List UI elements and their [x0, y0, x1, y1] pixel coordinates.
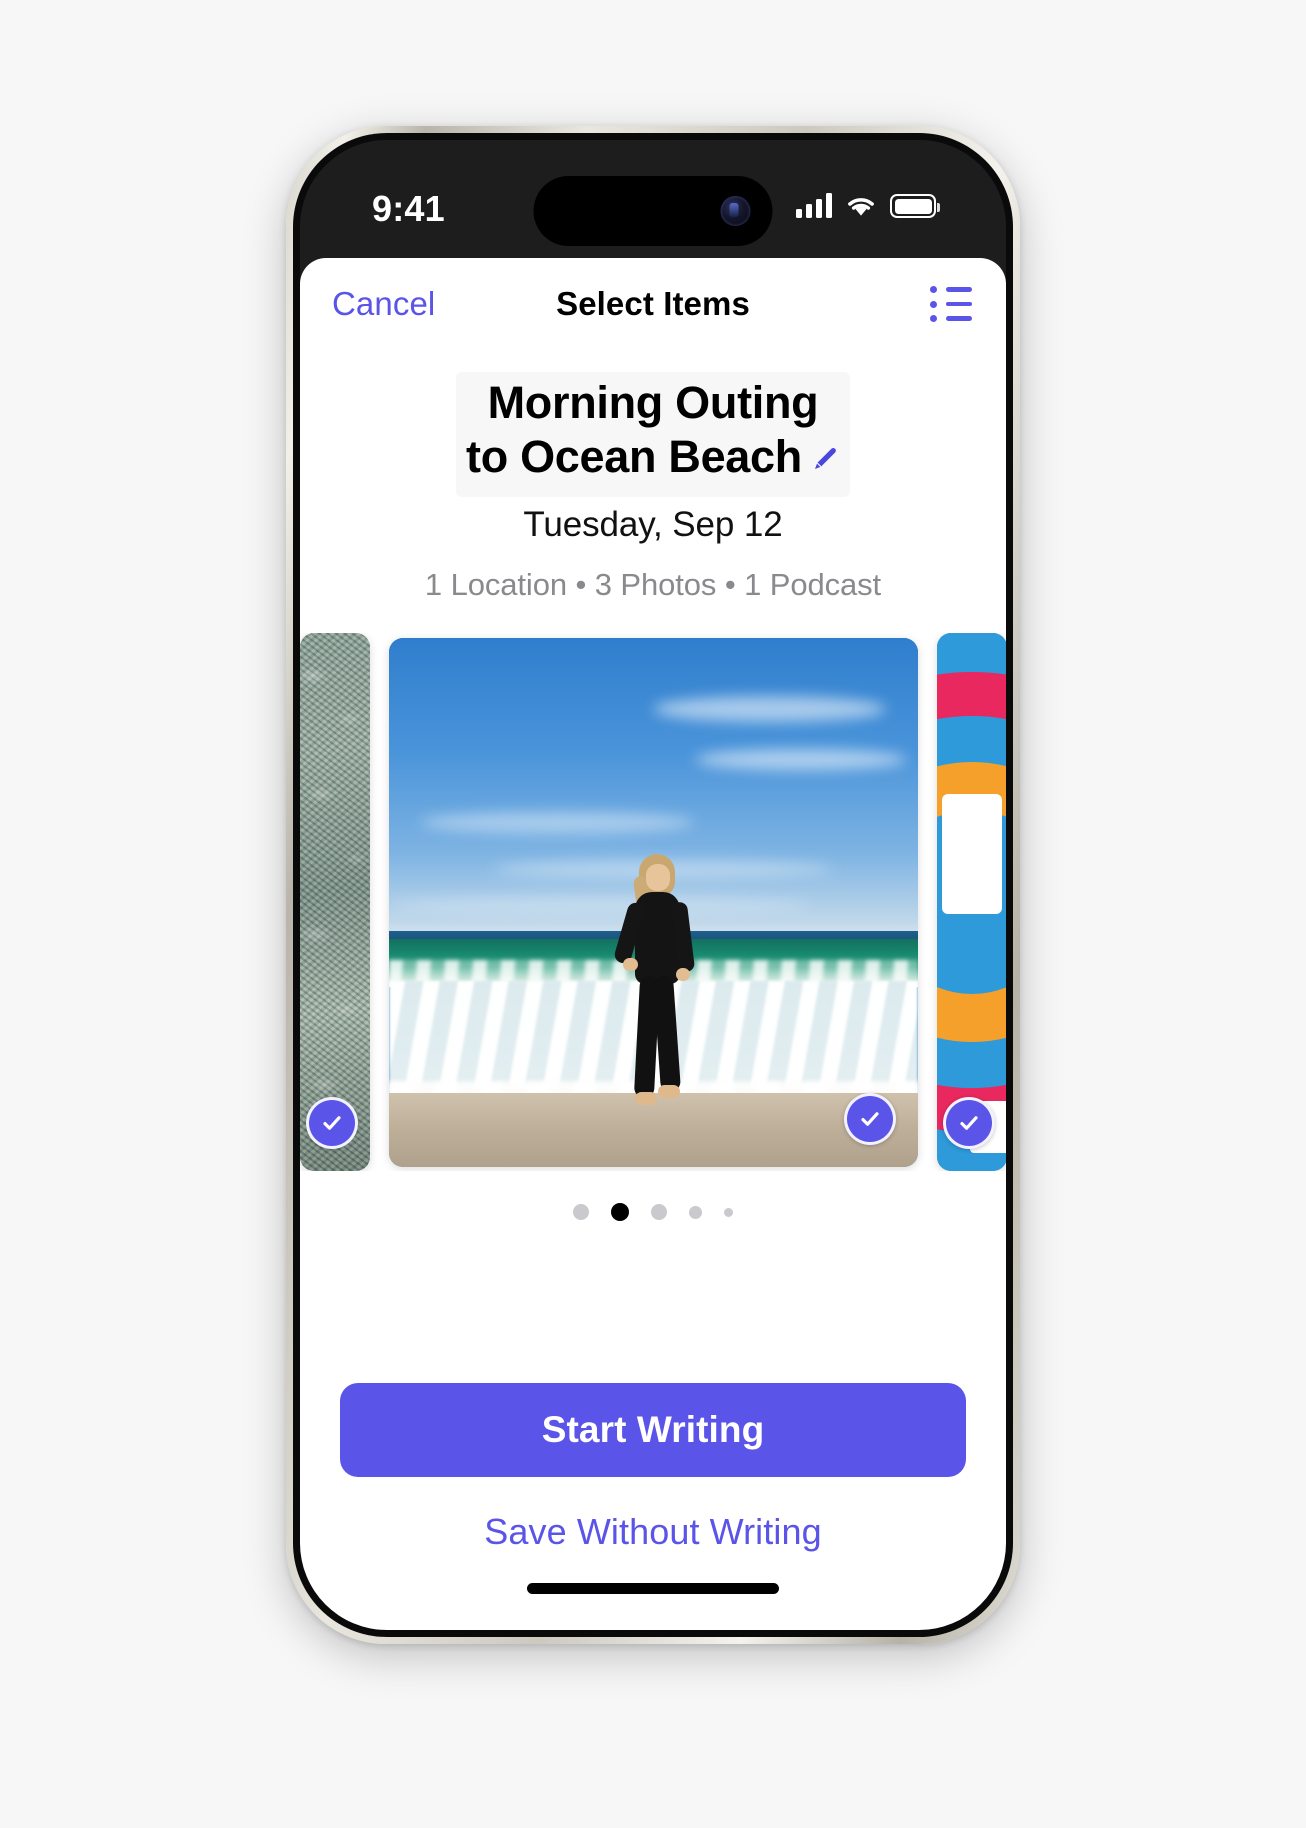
carousel-item-photo-moss-rocks[interactable]	[300, 633, 370, 1172]
device-screen: 9:41 Cancel Select Items Morning Outing …	[300, 140, 1006, 1630]
dynamic-island[interactable]	[533, 176, 773, 246]
pencil-edit-icon[interactable]	[810, 432, 840, 469]
status-bar-clock: 9:41	[372, 188, 445, 229]
carousel-item-photo-beach-runner[interactable]	[388, 637, 918, 1167]
page-dot-1[interactable]	[573, 1204, 589, 1221]
page-dot-2-active[interactable]	[611, 1203, 629, 1222]
iphone-device-frame: 9:41 Cancel Select Items Morning Outing …	[286, 126, 1020, 1644]
screenshot-stage: 9:41 Cancel Select Items Morning Outing …	[0, 0, 1306, 1828]
entry-date: Tuesday, Sep 12	[523, 505, 783, 545]
navigation-bar: Cancel Select Items	[300, 258, 1006, 350]
page-dot-4[interactable]	[689, 1205, 702, 1219]
battery-icon	[890, 194, 940, 218]
page-title: Select Items	[556, 285, 750, 322]
front-camera-icon	[720, 196, 751, 226]
device-bezel: 9:41 Cancel Select Items Morning Outing …	[293, 133, 1013, 1637]
status-bar: 9:41	[300, 140, 1006, 258]
photo-thumbnail-moss-rocks	[300, 633, 370, 1172]
checkmark-icon[interactable]	[305, 1097, 358, 1150]
entry-metadata-summary: 1 Location • 3 Photos • 1 Podcast	[424, 567, 882, 603]
entry-header: Morning Outing to Ocean Beach Tuesday, S…	[300, 350, 1006, 603]
page-dot-5[interactable]	[724, 1207, 733, 1217]
start-writing-button[interactable]: Start Writing	[340, 1383, 966, 1477]
footer-actions: Start Writing Save Without Writing	[300, 1383, 1006, 1630]
cellular-signal-icon	[796, 192, 832, 218]
status-bar-indicators	[796, 184, 940, 218]
app-surface: Cancel Select Items Morning Outing to Oc…	[300, 258, 1006, 1630]
checkmark-icon[interactable]	[843, 1092, 896, 1145]
photo-thumbnail-beach-runner	[388, 637, 918, 1167]
photo-subject-runner	[612, 854, 699, 1144]
home-indicator[interactable]	[527, 1583, 779, 1594]
page-dot-3[interactable]	[651, 1204, 667, 1221]
entry-title-line-1: Morning Outing	[487, 377, 819, 428]
list-bullet-icon[interactable]	[930, 286, 972, 322]
checkmark-icon[interactable]	[942, 1097, 995, 1150]
carousel-page-indicator[interactable]	[300, 1203, 1006, 1222]
entry-title-field[interactable]: Morning Outing to Ocean Beach	[456, 372, 850, 498]
cancel-button[interactable]: Cancel	[332, 285, 435, 323]
media-carousel[interactable]	[300, 633, 1006, 1172]
podcast-artwork-thumbnail	[936, 633, 1006, 1172]
save-without-writing-button[interactable]: Save Without Writing	[340, 1511, 966, 1553]
wifi-icon	[845, 193, 877, 218]
entry-title-line-2: to Ocean Beach	[466, 430, 802, 482]
carousel-item-podcast-artwork[interactable]	[936, 633, 1006, 1172]
